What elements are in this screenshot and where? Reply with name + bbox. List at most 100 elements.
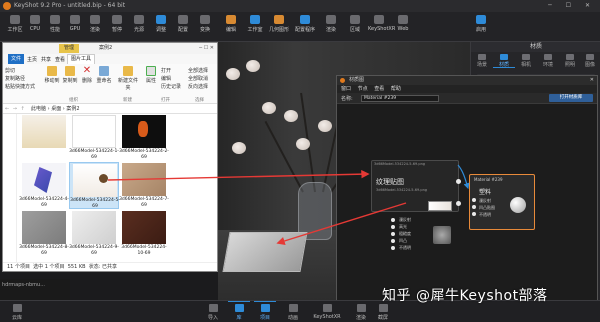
tab-environment[interactable]: 环境 — [537, 53, 559, 68]
select-none-button[interactable]: 全部取消 — [188, 75, 208, 82]
material-select[interactable]: Material #239 — [361, 95, 439, 102]
bottom-import[interactable]: 导入 — [202, 303, 224, 321]
copy-to-button[interactable]: 复制到 — [61, 66, 79, 84]
bottom-screenshot[interactable]: 截屏 — [372, 303, 394, 321]
input-socket[interactable] — [472, 205, 476, 209]
breadcrumb-desktop[interactable]: 桌面 — [51, 106, 61, 112]
open-button[interactable]: 打开 — [161, 67, 171, 74]
tab-lighting[interactable]: 照明 — [559, 53, 581, 68]
file-tile[interactable]: 3d66Model-534224-9-69 — [69, 210, 119, 257]
address-bar[interactable]: ← → ↑ 此电脑 › 桌面 › 案例2 — [3, 105, 217, 114]
ribbon-render[interactable]: 渲染 — [320, 14, 342, 40]
input-socket[interactable] — [472, 212, 476, 216]
tab-share[interactable]: 共享 — [41, 56, 51, 63]
select-all-button[interactable]: 全部选择 — [188, 67, 208, 74]
cut-button[interactable]: 剪切 — [5, 67, 15, 74]
ribbon-gpu[interactable]: GPU — [64, 14, 86, 40]
window-controls[interactable]: ─ ☐ ✕ — [548, 0, 596, 12]
file-tile[interactable]: 3d66Model-534224-10-69 — [119, 210, 169, 257]
bottom-animation[interactable]: 动画 — [282, 303, 304, 321]
ribbon-configurator[interactable]: 配置程序 — [294, 14, 316, 40]
ribbon-render-mode[interactable]: 渲染 — [84, 14, 106, 40]
group-label-select: 选择 — [195, 98, 204, 103]
tab-material[interactable]: 材质 — [493, 53, 515, 68]
ribbon-pause[interactable]: 暂停 — [106, 14, 128, 40]
texture-thumbnail — [428, 201, 452, 211]
cotton-flower — [232, 142, 246, 154]
tab-camera[interactable]: 相机 — [515, 53, 537, 68]
output-socket[interactable] — [456, 179, 461, 184]
ribbon-region[interactable]: 区域 — [344, 14, 366, 40]
ribbon-workspace[interactable]: 工作区 — [4, 14, 26, 40]
ribbon-config[interactable]: 配置 — [172, 14, 194, 40]
delete-button[interactable]: ✕ 删除 — [79, 66, 95, 85]
copy-path-button[interactable]: 复制路径 — [5, 75, 25, 82]
edit-button[interactable]: 编辑 — [161, 75, 171, 82]
ribbon-enable[interactable]: 启用 — [470, 14, 492, 40]
tab-file[interactable]: 文件 — [8, 54, 25, 64]
bottom-render[interactable]: 渲染 — [350, 303, 372, 321]
texture-channels-node[interactable]: 漫反射 高光 粗糙度 凹凸 不透明 — [389, 216, 459, 252]
tab-picture-tools[interactable]: 图片工具 — [67, 54, 96, 64]
menu-help[interactable]: 帮助 — [391, 86, 401, 92]
open-library-button[interactable]: 打开材质库 — [549, 94, 593, 102]
channel-socket[interactable] — [391, 239, 395, 243]
input-socket[interactable] — [472, 198, 476, 202]
move-to-button[interactable]: 移动到 — [43, 66, 61, 84]
new-folder-button[interactable]: 新建文件夹 — [117, 66, 139, 91]
ribbon-studio[interactable]: 工作室 — [244, 14, 266, 40]
tab-scene[interactable]: 场景 — [471, 53, 493, 68]
file-tile[interactable]: 3d66Model-534224-1-69 — [69, 114, 119, 161]
material-node-title: Material #239 — [474, 177, 503, 182]
rename-button[interactable]: 重命名 — [95, 66, 113, 84]
channel-socket[interactable] — [391, 225, 395, 229]
file-tile[interactable]: 3d66Model-534224-7-69 — [119, 162, 169, 209]
history-button[interactable]: 历史记录 — [161, 83, 181, 90]
breadcrumb-folder[interactable]: 案例2 — [66, 106, 79, 112]
properties-button[interactable]: 属性 — [143, 66, 159, 84]
menu-view[interactable]: 查看 — [374, 86, 384, 92]
ribbon-keyshotxr[interactable]: KeyShotXR — [368, 14, 395, 40]
ribbon-cpu[interactable]: CPU — [24, 14, 46, 40]
breadcrumb-pc[interactable]: 此电脑 — [31, 106, 46, 112]
navigation-pane[interactable] — [3, 114, 17, 262]
file-tile-selected[interactable]: 3d66Model-534224-5-69 — [69, 162, 120, 209]
tab-view[interactable]: 查看 — [55, 56, 65, 63]
menu-node[interactable]: 节点 — [358, 86, 368, 92]
ribbon-adjust[interactable]: 调整 — [150, 14, 172, 40]
ribbon-light[interactable]: 光源 — [128, 14, 150, 40]
taskbar-item[interactable]: hdrmaps-nbmu... — [0, 279, 70, 300]
file-tile[interactable] — [19, 114, 69, 161]
ribbon-edit[interactable]: 编辑 — [220, 14, 242, 40]
bottom-library[interactable]: 库 — [228, 301, 250, 321]
graph-canvas[interactable]: 3d66Model-534224-5-69.png 纹理贴图 3d66Model… — [337, 104, 597, 306]
tab-image[interactable]: 图像 — [579, 53, 600, 68]
bottom-project[interactable]: 项目 — [254, 301, 276, 321]
file-tile[interactable]: 3d66Model-534224-4-69 — [19, 162, 69, 209]
bottom-cloud-library[interactable]: 云库 — [6, 303, 28, 321]
texture-map-node[interactable]: 3d66Model-534224-5-69.png 纹理贴图 3d66Model… — [371, 160, 461, 212]
explorer-window-controls[interactable]: ─ ☐ ✕ — [199, 43, 214, 54]
config-icon — [178, 15, 188, 24]
close-icon[interactable]: ✕ — [590, 76, 594, 85]
channel-socket[interactable] — [391, 218, 395, 222]
channel-socket[interactable] — [391, 232, 395, 236]
file-thumbnail — [73, 164, 117, 197]
menu-window[interactable]: 窗口 — [341, 86, 351, 92]
ribbon-web[interactable]: Web — [392, 14, 414, 40]
bottom-keyshotxr[interactable]: KeyShotXR — [310, 303, 344, 321]
ribbon-performance[interactable]: 性能 — [44, 14, 66, 40]
nav-arrows-icon[interactable]: ← → ↑ — [5, 105, 26, 114]
channel-socket[interactable] — [391, 246, 395, 250]
file-tile[interactable]: 3d66Model-534224-2-69 — [119, 114, 169, 161]
plastic-material-node[interactable]: Material #239 塑料 漫反射 凹凸贴图 不透明 — [469, 174, 535, 230]
manage-tab[interactable]: 管理 — [59, 44, 80, 53]
configurator-icon — [300, 15, 310, 24]
ribbon-transform[interactable]: 变换 — [194, 14, 216, 40]
paste-shortcut-button[interactable]: 粘贴快捷方式 — [5, 83, 35, 90]
tab-home[interactable]: 主页 — [27, 56, 37, 63]
ribbon-geometry[interactable]: 几何图形 — [268, 14, 290, 40]
invert-selection-button[interactable]: 反向选择 — [188, 83, 208, 90]
file-tile[interactable]: 3d66Model-534224-8-69 — [19, 210, 69, 257]
output-socket[interactable] — [456, 201, 461, 206]
